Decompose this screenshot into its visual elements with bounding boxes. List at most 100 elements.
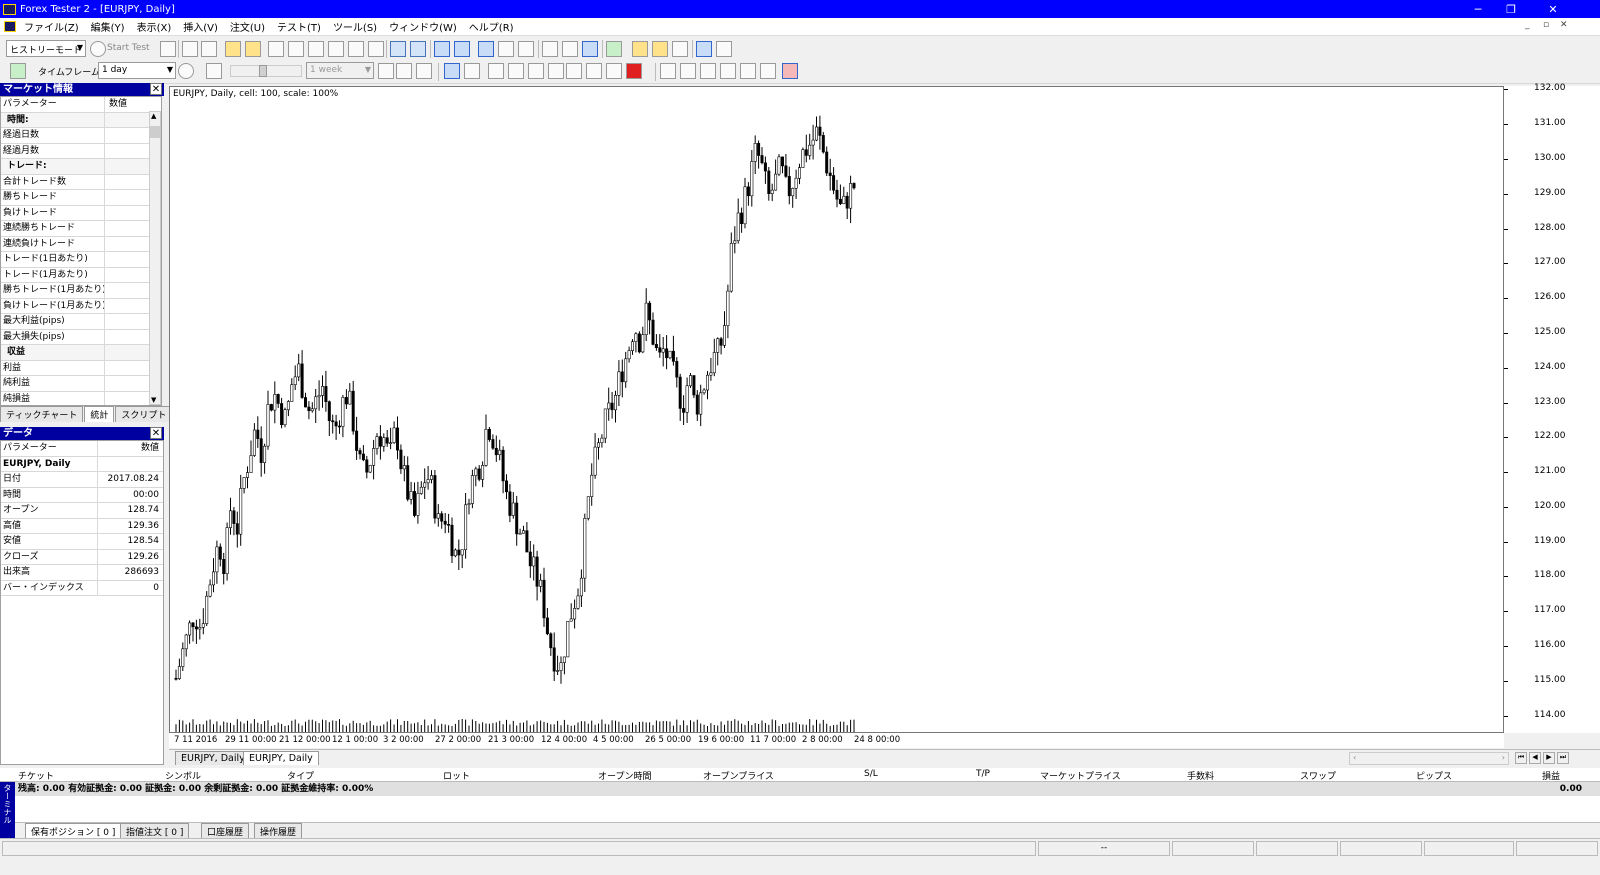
tab-script[interactable]: スクリプト	[115, 406, 173, 422]
slider-thumb[interactable]	[259, 65, 267, 77]
scroll-right-icon[interactable]: ›	[1502, 753, 1505, 762]
scrollbar-thumb[interactable]	[150, 126, 160, 138]
menu-view[interactable]: 表示(X)	[131, 19, 178, 34]
orders-column-header[interactable]: スワップ	[1300, 769, 1336, 782]
chart-tab-2[interactable]: EURJPY, Daily	[243, 751, 319, 765]
horizontal-line-icon[interactable]	[508, 63, 524, 79]
line-chart-icon[interactable]	[478, 41, 494, 57]
orders-column-header[interactable]: ロット	[443, 769, 470, 782]
bar-chart-icon[interactable]	[434, 41, 450, 57]
brush-icon[interactable]	[652, 41, 668, 57]
menu-help[interactable]: ヘルプ(R)	[463, 19, 520, 34]
orders-column-header[interactable]: オープンプライス	[703, 769, 774, 782]
step-back-icon[interactable]	[378, 63, 394, 79]
pitchfork-icon[interactable]	[760, 63, 776, 79]
orders-column-header[interactable]: ピップス	[1416, 769, 1452, 782]
menu-file[interactable]: ファイル(Z)	[18, 19, 85, 34]
menu-tools[interactable]: ツール(S)	[327, 19, 383, 34]
scroll-down-icon[interactable]: ▼	[151, 396, 156, 404]
menu-insert[interactable]: 挿入(V)	[177, 19, 224, 34]
lines-icon[interactable]	[660, 63, 676, 79]
camera-icon[interactable]	[672, 41, 688, 57]
open-data-icon[interactable]	[225, 41, 241, 57]
channel-icon[interactable]	[680, 63, 696, 79]
orders-column-header[interactable]: S/L	[864, 769, 878, 779]
orders-column-header[interactable]: オープン時間	[598, 769, 651, 782]
scroll-up-icon[interactable]: ▲	[151, 112, 156, 120]
auto-scroll-icon[interactable]	[582, 41, 598, 57]
vertical-line-icon[interactable]	[488, 63, 504, 79]
orders-column-header[interactable]: シンボル	[165, 769, 201, 782]
volume-icon[interactable]	[518, 41, 534, 57]
menu-edit[interactable]: 編集(Y)	[85, 19, 131, 34]
scroll-left-icon[interactable]: ‹	[1353, 753, 1356, 762]
mdi-restore-button[interactable]: ▫	[1543, 20, 1549, 30]
crosshair-icon[interactable]	[464, 63, 480, 79]
shape-icon[interactable]	[626, 63, 642, 79]
speed-slider[interactable]	[230, 65, 302, 77]
orders-column-header[interactable]: T/P	[976, 769, 990, 779]
orders-column-header[interactable]: タイプ	[287, 769, 314, 782]
orders-column-header[interactable]: マーケットプライス	[1040, 769, 1121, 782]
new-icon[interactable]	[268, 41, 284, 57]
tab-tick-chart[interactable]: ティックチャート	[0, 406, 84, 422]
data-panel-close-icon[interactable]: ✕	[150, 427, 162, 439]
wave-icon[interactable]	[566, 63, 582, 79]
tab-statistics[interactable]: 統計	[84, 406, 115, 422]
market-scrollbar[interactable]: ▲ ▼	[149, 111, 161, 405]
tab-operation-history[interactable]: 操作履歴	[254, 823, 303, 839]
mdi-close-button[interactable]: ✕	[1560, 20, 1568, 30]
mode-select[interactable]: ヒストリーモード ▼	[6, 40, 86, 57]
data-window-icon[interactable]	[696, 41, 712, 57]
prev-page-icon[interactable]: ◀	[1529, 752, 1541, 764]
chart-tab-1[interactable]: EURJPY, Daily	[175, 751, 251, 765]
next-page-icon[interactable]: ▶	[1543, 752, 1555, 764]
x-icon[interactable]	[348, 41, 364, 57]
first-page-icon[interactable]: ⏮	[1515, 752, 1527, 764]
tab-open-positions[interactable]: 保有ポジション [ 0 ]	[25, 823, 122, 839]
start-test-button[interactable]: Start Test	[107, 43, 150, 53]
p-icon[interactable]	[288, 41, 304, 57]
close-button[interactable]: ✕	[1530, 0, 1576, 18]
menu-test[interactable]: テスト(T)	[271, 19, 327, 34]
market-panel-close-icon[interactable]: ✕	[150, 83, 162, 95]
last-page-icon[interactable]: ⏭	[1557, 752, 1569, 764]
mdi-minimize-button[interactable]: _	[1525, 20, 1530, 30]
orders-column-header[interactable]: チケット	[18, 769, 54, 782]
price-axis[interactable]: 132.00 131.00 130.00 129.00 128.00 127.00 126.…	[1504, 83, 1600, 733]
check-icon[interactable]	[328, 41, 344, 57]
templates-icon[interactable]	[632, 41, 648, 57]
menu-order[interactable]: 注文(U)	[224, 19, 271, 34]
ray-icon[interactable]	[548, 63, 564, 79]
new-order-icon[interactable]	[606, 41, 622, 57]
grid-icon[interactable]	[498, 41, 514, 57]
zoom-out-icon[interactable]	[410, 41, 426, 57]
period-select[interactable]: 1 week ▼	[306, 62, 374, 79]
orders-column-header[interactable]: 手数料	[1187, 769, 1214, 782]
time-axis[interactable]: 7 11 2016 29 11 00:00 21 12 00:00 12 1 00:0…	[169, 733, 1504, 748]
cursor-icon[interactable]	[444, 63, 460, 79]
shift-chart-icon[interactable]	[562, 41, 578, 57]
document-icon[interactable]	[4, 21, 16, 32]
regression-icon[interactable]	[740, 63, 756, 79]
candle-chart-icon[interactable]	[454, 41, 470, 57]
copy-icon[interactable]	[182, 41, 198, 57]
magnet-icon[interactable]	[782, 63, 798, 79]
zoom-in-icon[interactable]	[390, 41, 406, 57]
terminal-icon[interactable]	[716, 41, 732, 57]
step-icon[interactable]	[416, 63, 432, 79]
orders-column-header[interactable]: 損益	[1542, 769, 1560, 782]
menu-window[interactable]: ウィンドウ(W)	[383, 19, 463, 34]
gann-icon[interactable]	[700, 63, 716, 79]
indicator-icon[interactable]	[542, 41, 558, 57]
chart-scrollbar[interactable]: ‹ ›	[1349, 752, 1509, 765]
paste-icon[interactable]	[201, 41, 217, 57]
restore-button[interactable]: ❐	[1488, 0, 1534, 18]
pause-icon[interactable]	[206, 63, 222, 79]
m-icon[interactable]	[308, 41, 324, 57]
timeframe-select[interactable]: 1 day ▼	[98, 62, 176, 79]
test-settings-icon[interactable]	[160, 41, 176, 57]
import-data-icon[interactable]	[245, 41, 261, 57]
andrews-icon[interactable]	[720, 63, 736, 79]
tab-account-history[interactable]: 口座履歴	[201, 823, 250, 839]
